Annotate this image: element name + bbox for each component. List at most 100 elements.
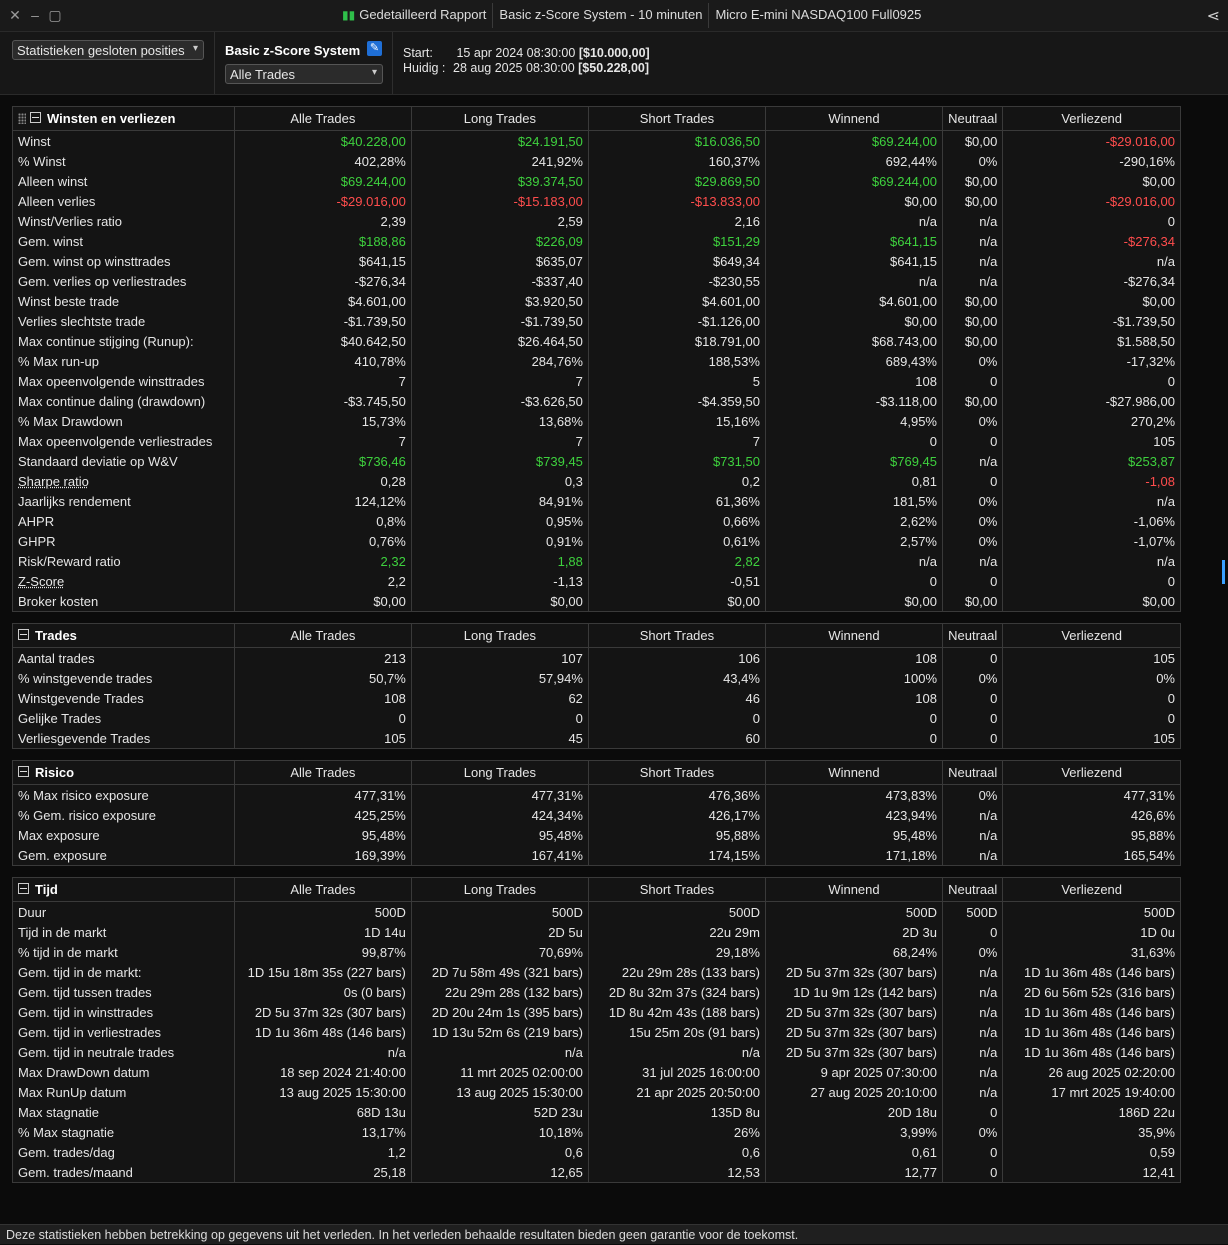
table-cell: $18.791,00 — [588, 331, 766, 351]
table-cell: -$337,40 — [411, 271, 589, 291]
table-row: % Gem. risico exposure 425,25% 424,34% 426,… — [13, 805, 1180, 825]
table-cell: -$3.626,50 — [411, 391, 589, 411]
section-header: Risico — [13, 761, 235, 785]
table-cell: 105 — [1153, 650, 1175, 666]
edit-icon[interactable]: ✎ — [367, 41, 382, 56]
table-cell: 95,48% — [234, 825, 412, 845]
table-cell: 31 jul 2025 16:00:00 — [588, 1062, 766, 1082]
column-header: Long Trades — [411, 878, 589, 902]
row-label: Jaarlijks rendement — [13, 491, 235, 511]
row-label: Winstgevende Trades — [13, 688, 235, 708]
table-row: % tijd in de markt 99,87% 70,69% 29,18% 68,2… — [13, 942, 1180, 962]
table-cell: -$1.739,50 — [1112, 313, 1175, 329]
table-cell: 165,54% — [1123, 847, 1175, 863]
tab-instrument[interactable]: Micro E-mini NASDAQ100 Full0925 — [708, 3, 927, 28]
table-cell: n/a — [942, 251, 1004, 271]
table-cell: -$13.833,00 — [588, 191, 766, 211]
column-header: Alle Trades — [234, 624, 412, 648]
collapse-icon[interactable] — [30, 112, 41, 123]
table-cell: $188,86 — [234, 231, 412, 251]
table-cell: 500D — [942, 901, 1004, 922]
table-cell: 135D 8u — [588, 1102, 766, 1122]
table-cell: 0,61% — [588, 531, 766, 551]
column-header: Winnend — [765, 878, 944, 902]
row-label: Standaard deviatie op W&V — [13, 451, 235, 471]
close-icon[interactable]: ✕ — [8, 7, 22, 24]
row-label: Max DrawDown datum — [13, 1062, 235, 1082]
table-cell: n/a — [942, 805, 1004, 825]
table-cell: 1,88 — [411, 551, 589, 571]
table-row: Max opeenvolgende winsttrades 7 7 5 108 0 0 — [13, 371, 1180, 391]
table-cell: 171,18% — [765, 845, 944, 865]
table-cell: n/a — [942, 1082, 1004, 1102]
divider — [392, 32, 393, 94]
column-header: Winnend — [765, 107, 944, 131]
section-risico: Risico Alle Trades Long Trades Short Trades… — [12, 760, 1181, 866]
section-header: Winsten en verliezen — [13, 107, 235, 131]
table-cell: 45 — [411, 728, 589, 748]
current-label: Huidig : — [403, 61, 446, 75]
tab-system[interactable]: Basic z-Score System - 10 minuten — [492, 3, 708, 28]
table-cell: 108 — [234, 688, 412, 708]
row-label: Broker kosten — [13, 591, 235, 611]
column-header: Winnend — [765, 761, 944, 785]
table-cell: $0,00 — [765, 591, 944, 611]
section-title: Tijd — [35, 882, 58, 897]
tab-report[interactable]: ▮▮ Gedetailleerd Rapport — [336, 3, 492, 28]
row-label: Gem. tijd in de markt: — [13, 962, 235, 982]
table-cell: -$29.016,00 — [234, 191, 412, 211]
row-label[interactable]: Z-Score — [13, 571, 235, 591]
share-icon[interactable]: ⋖ — [1207, 6, 1220, 26]
scroll-indicator — [1222, 560, 1225, 584]
table-cell: 0 — [942, 688, 1004, 708]
maximize-icon[interactable]: ▢ — [48, 7, 62, 24]
table-cell: $69.244,00 — [765, 130, 944, 151]
row-label: % Max risico exposure — [13, 784, 235, 805]
table-cell: 0 — [765, 708, 944, 728]
table-row: Max opeenvolgende verliestrades 7 7 7 0 0 105 — [13, 431, 1180, 451]
table-cell: n/a — [588, 1042, 766, 1062]
row-label[interactable]: Sharpe ratio — [13, 471, 235, 491]
table-cell: 0 — [942, 371, 1004, 391]
title-bar: ✕ – ▢ ▮▮ Gedetailleerd Rapport Basic z-Sc… — [0, 0, 1228, 32]
collapse-icon[interactable] — [18, 629, 29, 640]
table-cell: 500D — [1143, 904, 1175, 920]
table-row: Duur 500D 500D 500D 500D 500D 500D — [13, 901, 1180, 922]
table-cell: 2,57% — [765, 531, 944, 551]
table-row: Gem. winst op winsttrades $641,15 $635,07 $… — [13, 251, 1180, 271]
collapse-icon[interactable] — [18, 883, 29, 894]
row-label: Max continue daling (drawdown) — [13, 391, 235, 411]
table-cell: $0,00 — [942, 191, 1004, 211]
trades-filter-dropdown[interactable]: Alle Trades ▾ — [225, 64, 383, 84]
table-cell: $68.743,00 — [765, 331, 944, 351]
table-cell: -290,16% — [1119, 153, 1175, 169]
table-cell: -1,08 — [1145, 473, 1175, 489]
table-cell: $1.588,50 — [1117, 333, 1175, 349]
table-cell: $0,00 — [942, 591, 1004, 611]
drag-handle-icon[interactable] — [18, 113, 26, 124]
minimize-icon[interactable]: – — [28, 7, 42, 24]
table-cell: 95,48% — [411, 825, 589, 845]
table-cell: 174,15% — [588, 845, 766, 865]
column-header: Neutraal — [942, 107, 1004, 131]
row-label: Max stagnatie — [13, 1102, 235, 1122]
table-cell: $16.036,50 — [588, 130, 766, 151]
table-cell: 0 — [588, 708, 766, 728]
table-cell: 9 apr 2025 07:30:00 — [765, 1062, 944, 1082]
stats-type-dropdown[interactable]: Statistieken gesloten posities ▾ — [12, 40, 204, 60]
table-cell: 2D 7u 58m 49s (321 bars) — [411, 962, 589, 982]
table-cell: 0,6 — [411, 1142, 589, 1162]
table-row: Verlies slechtste trade -$1.739,50 -$1.739… — [13, 311, 1180, 331]
table-cell: 0 — [942, 728, 1004, 748]
table-cell: 11 mrt 2025 02:00:00 — [411, 1062, 589, 1082]
row-label: Max exposure — [13, 825, 235, 845]
table-row: Broker kosten $0,00 $0,00 $0,00 $0,00 $0,00 $0… — [13, 591, 1180, 611]
table-cell: 1D 1u 36m 48s (146 bars) — [1023, 1024, 1175, 1040]
table-row: Max exposure 95,48% 95,48% 95,88% 95,48% n/a 9… — [13, 825, 1180, 845]
collapse-icon[interactable] — [18, 766, 29, 777]
table-cell: 0 — [942, 922, 1004, 942]
table-cell: -$276,34 — [1123, 273, 1175, 289]
table-cell: 22u 29m — [588, 922, 766, 942]
row-label: Max opeenvolgende verliestrades — [13, 431, 235, 451]
table-cell: 410,78% — [234, 351, 412, 371]
